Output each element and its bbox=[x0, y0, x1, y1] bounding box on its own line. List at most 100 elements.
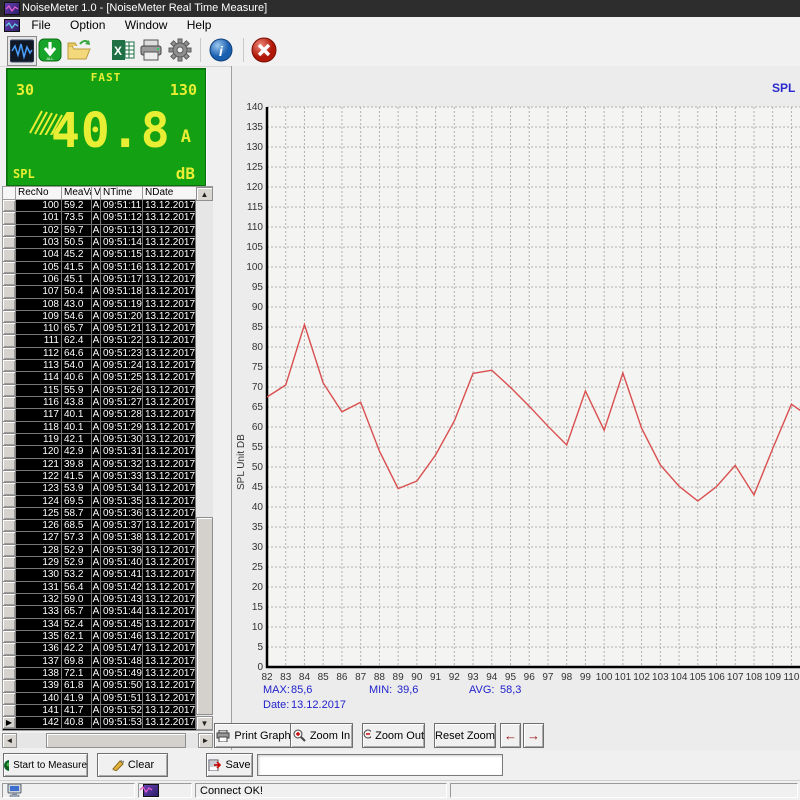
table-row[interactable]: 13259.0A09:51:4313.12.2017 bbox=[3, 594, 196, 606]
table-row[interactable]: 13769.8A09:51:4813.12.2017 bbox=[3, 656, 196, 668]
table-row[interactable]: 12952.9A09:51:4013.12.2017 bbox=[3, 557, 196, 569]
table-row[interactable]: 12757.3A09:51:3813.12.2017 bbox=[3, 532, 196, 544]
col-ntime[interactable]: NTime bbox=[101, 187, 143, 200]
row-selector bbox=[3, 631, 16, 643]
table-row[interactable]: 13642.2A09:51:4713.12.2017 bbox=[3, 643, 196, 655]
scroll-right-icon[interactable]: ► bbox=[198, 733, 213, 748]
table-row[interactable]: 10750.4A09:51:1813.12.2017 bbox=[3, 286, 196, 298]
open-folder-button[interactable] bbox=[65, 36, 93, 64]
waveform-display-button[interactable] bbox=[7, 36, 37, 66]
table-vscrollbar[interactable]: ▲ ▼ bbox=[196, 187, 213, 730]
table-row[interactable]: 12668.5A09:51:3713.12.2017 bbox=[3, 520, 196, 532]
table-row[interactable]: 10173.5A09:51:1213.12.2017 bbox=[3, 212, 196, 224]
scroll-left-icon[interactable]: ◄ bbox=[2, 733, 17, 748]
table-row[interactable]: 12139.8A09:51:3213.12.2017 bbox=[3, 459, 196, 471]
table-cell: 72.1 bbox=[62, 668, 92, 680]
settings-button[interactable] bbox=[166, 36, 194, 64]
y-tick-label: 5 bbox=[257, 642, 263, 653]
pan-right-button[interactable]: → bbox=[523, 723, 544, 748]
table-cell: 09:51:27 bbox=[101, 397, 143, 409]
menu-help[interactable]: Help bbox=[179, 17, 220, 34]
x-tick-label: 109 bbox=[764, 672, 781, 683]
y-tick-label: 105 bbox=[246, 242, 263, 253]
table-row[interactable]: 11840.1A09:51:2913.12.2017 bbox=[3, 422, 196, 434]
y-tick-label: 25 bbox=[252, 562, 264, 573]
table-row[interactable]: 10843.0A09:51:1913.12.2017 bbox=[3, 299, 196, 311]
table-row[interactable]: 11065.7A09:51:2113.12.2017 bbox=[3, 323, 196, 335]
clear-button[interactable]: Clear bbox=[97, 753, 168, 777]
table-cell: 13.12.2017 bbox=[143, 594, 196, 606]
start-measure-button[interactable]: Start to Measure bbox=[3, 753, 88, 777]
table-row[interactable]: 12852.9A09:51:3913.12.2017 bbox=[3, 545, 196, 557]
col-v[interactable]: V bbox=[92, 187, 101, 200]
scroll-up-icon[interactable]: ▲ bbox=[196, 187, 213, 201]
table-cell: 13.12.2017 bbox=[143, 299, 196, 311]
scroll-down-icon[interactable]: ▼ bbox=[196, 716, 213, 730]
table-row[interactable]: 12469.5A09:51:3513.12.2017 bbox=[3, 496, 196, 508]
table-hscrollbar[interactable]: ◄ ► bbox=[2, 733, 213, 748]
table-row[interactable]: 13053.2A09:51:4113.12.2017 bbox=[3, 569, 196, 581]
zoom-in-button[interactable]: Zoom In bbox=[290, 723, 353, 748]
note-input[interactable] bbox=[257, 754, 503, 776]
table-row[interactable]: 10645.1A09:51:1713.12.2017 bbox=[3, 274, 196, 286]
table-cell: 13.12.2017 bbox=[143, 323, 196, 335]
table-row[interactable]: 12353.9A09:51:3413.12.2017 bbox=[3, 483, 196, 495]
table-row[interactable]: 11740.1A09:51:2813.12.2017 bbox=[3, 409, 196, 421]
row-selector bbox=[3, 446, 16, 458]
table-row[interactable]: 11555.9A09:51:2613.12.2017 bbox=[3, 385, 196, 397]
print-graph-button[interactable]: Print Graph bbox=[214, 723, 293, 748]
table-row[interactable]: 10259.7A09:51:1313.12.2017 bbox=[3, 225, 196, 237]
table-row[interactable]: 13961.8A09:51:5013.12.2017 bbox=[3, 680, 196, 692]
table-row[interactable]: 12042.9A09:51:3113.12.2017 bbox=[3, 446, 196, 458]
mdi-child-icon[interactable] bbox=[4, 19, 20, 32]
printer-icon bbox=[216, 730, 230, 742]
vscroll-thumb[interactable] bbox=[196, 517, 213, 715]
table-cell: 114 bbox=[16, 372, 62, 384]
table-cell: 133 bbox=[16, 606, 62, 618]
table-row[interactable]: 11354.0A09:51:2413.12.2017 bbox=[3, 360, 196, 372]
table-row[interactable]: 10350.5A09:51:1413.12.2017 bbox=[3, 237, 196, 249]
exit-button[interactable] bbox=[250, 36, 278, 64]
menu-window[interactable]: Window bbox=[117, 17, 176, 34]
table-row[interactable]: 11162.4A09:51:2213.12.2017 bbox=[3, 335, 196, 347]
table-row[interactable]: 11264.6A09:51:2313.12.2017 bbox=[3, 348, 196, 360]
export-excel-button[interactable]: X bbox=[109, 36, 137, 64]
table-cell: 54.0 bbox=[62, 360, 92, 372]
col-meaval[interactable]: MeaVal bbox=[62, 187, 92, 200]
table-row[interactable]: 13872.1A09:51:4913.12.2017 bbox=[3, 668, 196, 680]
table-row[interactable]: 10954.6A09:51:2013.12.2017 bbox=[3, 311, 196, 323]
save-button[interactable]: Save bbox=[206, 753, 253, 777]
reset-zoom-button[interactable]: Reset Zoom bbox=[434, 723, 496, 748]
table-cell: 13.12.2017 bbox=[143, 693, 196, 705]
table-cell: 09:51:19 bbox=[101, 299, 143, 311]
menu-file[interactable]: File bbox=[23, 17, 58, 34]
menu-option[interactable]: Option bbox=[62, 17, 113, 34]
table-row[interactable]: 12558.7A09:51:3613.12.2017 bbox=[3, 508, 196, 520]
zoom-out-button[interactable]: Zoom Out bbox=[362, 723, 425, 748]
table-row[interactable]: 10445.2A09:51:1513.12.2017 bbox=[3, 249, 196, 261]
table-row[interactable]: 11942.1A09:51:3013.12.2017 bbox=[3, 434, 196, 446]
pan-left-button[interactable]: ← bbox=[500, 723, 521, 748]
col-recno[interactable]: RecNo bbox=[16, 187, 62, 200]
table-row[interactable]: 10541.5A09:51:1613.12.2017 bbox=[3, 262, 196, 274]
record-download-button[interactable]: ALL bbox=[36, 36, 64, 64]
table-row[interactable]: 10059.2A09:51:1113.12.2017 bbox=[3, 200, 196, 212]
table-row[interactable]: 11440.6A09:51:2513.12.2017 bbox=[3, 372, 196, 384]
table-row[interactable]: 11643.8A09:51:2713.12.2017 bbox=[3, 397, 196, 409]
table-row[interactable]: 13365.7A09:51:4413.12.2017 bbox=[3, 606, 196, 618]
title-bar[interactable]: NoiseMeter 1.0 - [NoiseMeter Real Time M… bbox=[0, 0, 800, 17]
info-button[interactable]: i bbox=[207, 36, 235, 64]
table-row[interactable]: ▶14240.8A09:51:5313.12.2017 bbox=[3, 717, 196, 729]
table-row[interactable]: 14041.9A09:51:5113.12.2017 bbox=[3, 693, 196, 705]
table-row[interactable]: 14141.7A09:51:5213.12.2017 bbox=[3, 705, 196, 717]
table-row[interactable]: 12241.5A09:51:3313.12.2017 bbox=[3, 471, 196, 483]
table-cell: 09:51:20 bbox=[101, 311, 143, 323]
table-cell: A bbox=[92, 631, 101, 643]
col-ndate[interactable]: NDate bbox=[143, 187, 196, 200]
table-row[interactable]: 13452.4A09:51:4513.12.2017 bbox=[3, 619, 196, 631]
hscroll-thumb[interactable] bbox=[46, 733, 186, 748]
table-row[interactable]: 13562.1A09:51:4613.12.2017 bbox=[3, 631, 196, 643]
table-row[interactable]: 13156.4A09:51:4213.12.2017 bbox=[3, 582, 196, 594]
table-cell: 59.7 bbox=[62, 225, 92, 237]
print-button[interactable] bbox=[137, 36, 165, 64]
